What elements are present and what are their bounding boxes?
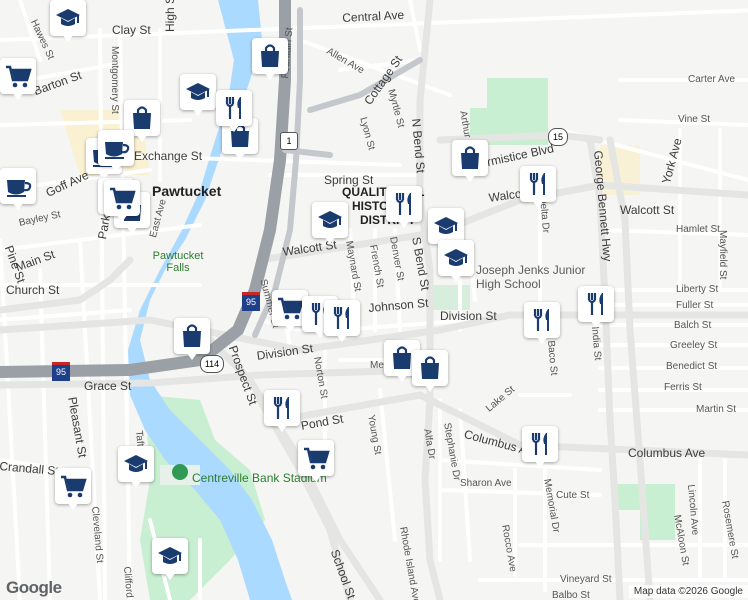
shopping-marker[interactable] bbox=[412, 350, 448, 394]
map-canvas[interactable]: 1 15 95 95 114 Pawtucket QUALITY HILL HI… bbox=[0, 0, 748, 600]
shopping-cart-marker[interactable] bbox=[0, 58, 36, 102]
stadium-icon[interactable] bbox=[172, 464, 188, 480]
school-marker[interactable] bbox=[152, 538, 188, 582]
restaurant-marker[interactable] bbox=[520, 166, 556, 210]
school-marker[interactable] bbox=[438, 240, 474, 284]
cafe-marker[interactable] bbox=[98, 130, 134, 174]
google-logo: Google bbox=[6, 578, 62, 597]
shopping-cart-marker[interactable] bbox=[55, 468, 91, 512]
school-marker[interactable] bbox=[180, 74, 216, 118]
school-marker[interactable] bbox=[312, 202, 348, 246]
route-shield: 1 bbox=[280, 132, 298, 150]
restaurant-marker[interactable] bbox=[522, 426, 558, 470]
route-shield: 15 bbox=[548, 128, 568, 146]
school-marker[interactable] bbox=[50, 0, 86, 44]
cafe-marker[interactable] bbox=[0, 168, 36, 212]
restaurant-marker[interactable] bbox=[386, 186, 422, 230]
shopping-cart-marker[interactable] bbox=[298, 440, 334, 484]
restaurant-marker[interactable] bbox=[524, 302, 560, 346]
restaurant-marker[interactable] bbox=[264, 390, 300, 434]
shopping-cart-marker[interactable] bbox=[104, 180, 140, 224]
map-base-layer bbox=[0, 0, 748, 600]
restaurant-marker[interactable] bbox=[324, 300, 360, 344]
map-attribution[interactable]: Map data ©2026 Google bbox=[628, 585, 748, 598]
interstate-shield: 95 bbox=[52, 362, 70, 381]
restaurant-marker[interactable] bbox=[216, 90, 252, 134]
shopping-marker[interactable] bbox=[452, 140, 488, 184]
shopping-marker[interactable] bbox=[252, 38, 288, 82]
interstate-shield: 95 bbox=[242, 292, 260, 311]
restaurant-marker[interactable] bbox=[578, 286, 614, 330]
shopping-marker[interactable] bbox=[174, 318, 210, 362]
school-marker[interactable] bbox=[118, 446, 154, 490]
